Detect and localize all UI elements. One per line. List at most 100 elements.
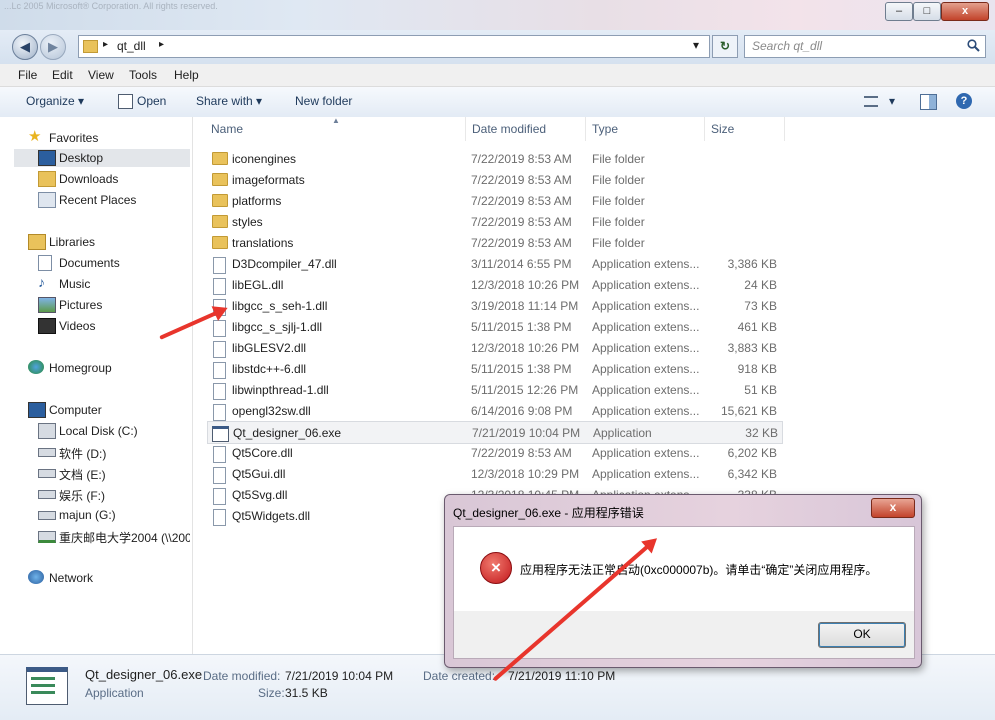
file-row[interactable]: libwinpthread-1.dll 5/11/2015 12:26 PM App… — [207, 379, 781, 400]
file-row[interactable]: D3Dcompiler_47.dll 3/11/2014 6:55 PM Appli… — [207, 253, 781, 274]
minimize-button[interactable]: – — [885, 2, 913, 21]
dll-file-icon — [213, 278, 226, 295]
column-separator[interactable] — [704, 117, 705, 141]
back-button[interactable]: ◀ — [12, 34, 38, 60]
file-date-modified: 12/3/2018 10:26 PM — [471, 278, 580, 292]
breadcrumb-qt-dll[interactable]: qt_dll — [117, 39, 146, 53]
column-header-size[interactable]: Size — [711, 122, 734, 136]
drive-icon — [38, 511, 56, 520]
file-type: Application extens... — [592, 404, 700, 418]
sidebar-item-label: majun (G:) — [59, 508, 116, 522]
file-type: Application extens... — [592, 278, 700, 292]
menu-edit[interactable]: Edit — [52, 68, 73, 82]
sidebar-item-label: Music — [59, 277, 91, 291]
application-icon — [212, 426, 229, 442]
file-row[interactable]: libstdc++-6.dll 5/11/2015 1:38 PM Applicat… — [207, 358, 781, 379]
file-type: File folder — [592, 215, 645, 229]
file-row[interactable]: opengl32sw.dll 6/14/2016 9:08 PM Applicati… — [207, 400, 781, 421]
file-row[interactable]: platforms 7/22/2019 8:53 AM File folder — [207, 190, 781, 211]
address-dropdown-icon[interactable]: ▾ — [693, 38, 699, 52]
file-name: translations — [232, 236, 294, 250]
file-name: libwinpthread-1.dll — [232, 383, 329, 397]
column-separator[interactable] — [784, 117, 785, 141]
sidebar-item-desktop[interactable]: Desktop — [14, 149, 190, 167]
file-name: opengl32sw.dll — [232, 404, 311, 418]
new-folder-button[interactable]: New folder — [295, 94, 352, 108]
folder-icon — [212, 152, 228, 165]
search-box[interactable]: Search qt_dll — [744, 35, 986, 58]
file-type: File folder — [592, 173, 645, 187]
file-row[interactable]: imageformats 7/22/2019 8:53 AM File folder — [207, 169, 781, 190]
sidebar-item-label: 文档 (E:) — [59, 468, 106, 482]
help-icon[interactable]: ? — [956, 93, 972, 109]
forward-button[interactable]: ▶ — [40, 34, 66, 60]
file-row[interactable]: libgcc_s_sjlj-1.dll 5/11/2015 1:38 PM Appl… — [207, 316, 781, 337]
file-row[interactable]: libEGL.dll 12/3/2018 10:26 PM Application … — [207, 274, 781, 295]
details-size-value: 31.5 KB — [285, 686, 328, 700]
search-icon[interactable] — [967, 39, 980, 52]
dialog-close-button[interactable]: x — [871, 498, 915, 518]
menu-help[interactable]: Help — [174, 68, 199, 82]
sidebar-item-label: Documents — [59, 256, 120, 270]
maximize-button[interactable]: □ — [913, 2, 941, 21]
open-button[interactable]: Open — [137, 94, 166, 108]
details-file-type: Application — [85, 686, 144, 700]
file-name: libEGL.dll — [232, 278, 284, 292]
sidebar-item-label: Videos — [59, 319, 96, 333]
desktop-icon — [38, 150, 56, 166]
column-header-name[interactable]: Name — [211, 122, 243, 136]
file-row[interactable]: styles 7/22/2019 8:53 AM File folder — [207, 211, 781, 232]
file-row[interactable]: iconengines 7/22/2019 8:53 AM File folder — [207, 148, 781, 169]
file-name: Qt5Widgets.dll — [232, 509, 311, 523]
file-type: Application extens... — [592, 467, 700, 481]
dialog-title: Qt_designer_06.exe - 应用程序错误 — [453, 506, 644, 520]
view-options-icon[interactable] — [864, 96, 878, 107]
menu-view[interactable]: View — [88, 68, 114, 82]
file-date-modified: 3/11/2014 6:55 PM — [471, 257, 572, 271]
view-dropdown-icon[interactable]: ▾ — [889, 94, 895, 108]
sidebar-item-network-drive[interactable]: 重庆邮电大学2004 (\\2004 — [38, 527, 190, 545]
address-bar[interactable]: ▸ qt_dll ▸ ▾ — [78, 35, 710, 58]
error-icon: × — [480, 552, 512, 584]
details-modified-value: 7/21/2019 10:04 PM — [285, 669, 394, 683]
network-drive-icon — [38, 531, 56, 543]
menu-tools[interactable]: Tools — [129, 68, 157, 82]
file-type: Application extens... — [592, 257, 700, 271]
breadcrumb-separator-2[interactable]: ▸ — [159, 39, 164, 50]
refresh-button[interactable]: ↻ — [712, 35, 738, 58]
file-date-modified: 7/22/2019 8:53 AM — [471, 194, 572, 208]
dll-file-icon — [213, 320, 226, 337]
file-size: 15,621 KB — [720, 404, 777, 418]
file-size: 32 KB — [745, 426, 778, 440]
dll-file-icon — [213, 467, 226, 484]
breadcrumb-separator[interactable]: ▸ — [103, 39, 108, 50]
sidebar-item-label: 软件 (D:) — [59, 447, 107, 461]
menu-file[interactable]: File — [18, 68, 37, 82]
drive-icon — [38, 469, 56, 478]
ok-button[interactable]: OK — [818, 622, 906, 648]
pictures-icon — [38, 297, 56, 313]
column-separator[interactable] — [465, 117, 466, 141]
details-file-name: Qt_designer_06.exe — [85, 667, 203, 682]
share-with-button[interactable]: Share with ▾ — [196, 94, 262, 108]
column-separator[interactable] — [585, 117, 586, 141]
organize-button[interactable]: Organize ▾ — [26, 94, 84, 108]
sort-ascending-icon: ▲ — [332, 116, 340, 125]
details-created-label: Date created: — [423, 669, 496, 683]
file-date-modified: 12/3/2018 10:26 PM — [471, 341, 580, 355]
file-row[interactable]: translations 7/22/2019 8:53 AM File folder — [207, 232, 781, 253]
file-name: imageformats — [232, 173, 305, 187]
column-header-type[interactable]: Type — [592, 122, 618, 136]
preview-pane-icon[interactable] — [920, 94, 937, 110]
file-row[interactable]: Qt5Gui.dll 12/3/2018 10:29 PM Application … — [207, 463, 781, 484]
search-input[interactable]: Search qt_dll — [752, 39, 822, 53]
window-close-button[interactable]: x — [941, 2, 989, 21]
file-row[interactable]: Qt_designer_06.exe 7/21/2019 10:04 PM Appl… — [207, 421, 783, 444]
file-row[interactable]: libgcc_s_seh-1.dll 3/19/2018 11:14 PM Appl… — [207, 295, 781, 316]
column-header-date-modified[interactable]: Date modified — [472, 122, 546, 136]
error-message: 应用程序无法正常启动(0xc000007b)。请单击“确定”关闭应用程序。 — [520, 563, 878, 577]
navigation-bar: ◀ ▶ ▸ qt_dll ▸ ▾ ↻ Search qt_dll — [0, 30, 995, 64]
file-row[interactable]: libGLESV2.dll 12/3/2018 10:26 PM Applicati… — [207, 337, 781, 358]
file-row[interactable]: Qt5Core.dll 7/22/2019 8:53 AM Application … — [207, 442, 781, 463]
file-size: 6,202 KB — [727, 446, 777, 460]
